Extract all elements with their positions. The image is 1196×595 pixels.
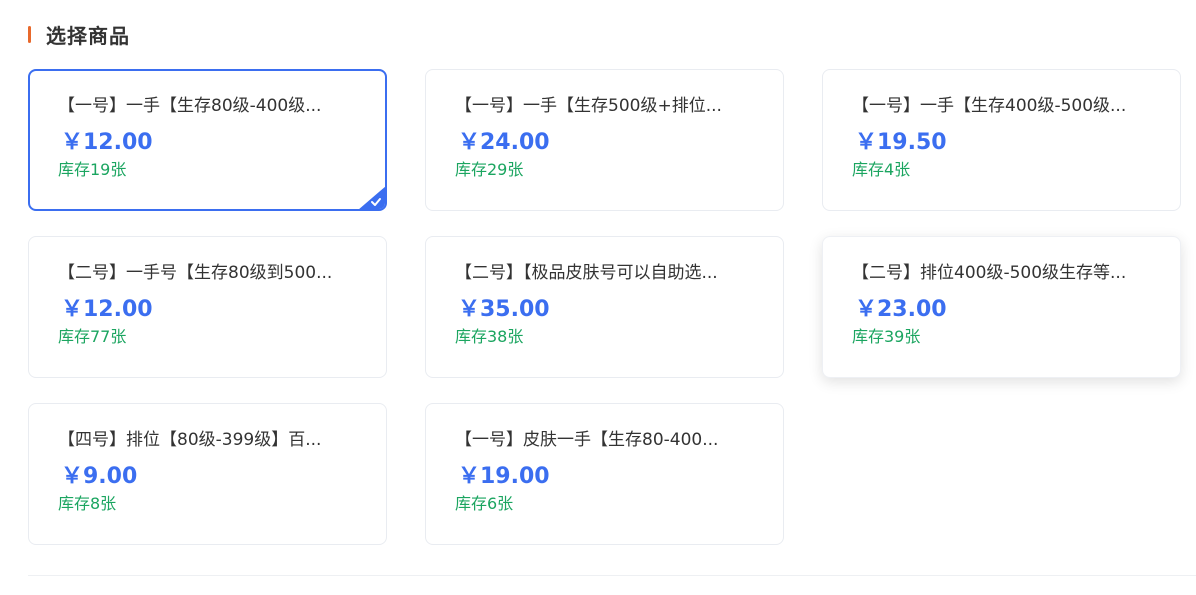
product-stock: 库存38张	[455, 327, 524, 346]
product-stock: 库存19张	[58, 160, 127, 179]
product-price: ￥35.00	[458, 297, 550, 322]
product-name: 【一号】皮肤一手【生存80-400...	[455, 430, 719, 450]
product-stock: 库存4张	[852, 160, 911, 179]
product-price: ￥12.00	[61, 130, 153, 155]
product-stock: 库存39张	[852, 327, 921, 346]
product-price: ￥19.00	[458, 464, 550, 489]
product-price: ￥9.00	[61, 464, 138, 489]
product-name: 【二号】【极品皮肤号可以自助选...	[455, 263, 718, 283]
product-price: ￥19.50	[855, 130, 947, 155]
product-name: 【二号】一手号【生存80级到500...	[58, 263, 333, 283]
product-name: 【四号】排位【80级-399级】百...	[58, 430, 322, 450]
product-name: 【一号】一手【生存400级-500级...	[852, 96, 1127, 116]
product-price: ￥23.00	[855, 297, 947, 322]
selected-check-icon	[358, 186, 385, 209]
product-card[interactable]: 【一号】一手【生存400级-500级... ￥19.50 库存4张	[822, 69, 1181, 211]
product-name: 【一号】一手【生存80级-400级...	[58, 96, 322, 116]
section-header: 选择商品	[28, 22, 130, 48]
product-name: 【一号】一手【生存500级+排位...	[455, 96, 722, 116]
product-name: 【二号】排位400级-500级生存等...	[852, 263, 1127, 283]
product-stock: 库存8张	[58, 494, 117, 513]
product-card[interactable]: 【一号】皮肤一手【生存80-400... ￥19.00 库存6张	[425, 403, 784, 545]
product-card[interactable]: 【一号】一手【生存80级-400级... ￥12.00 库存19张	[28, 69, 387, 211]
section-title: 选择商品	[46, 23, 130, 48]
product-card[interactable]: 【二号】一手号【生存80级到500... ￥12.00 库存77张	[28, 236, 387, 378]
bottom-divider	[28, 575, 1196, 576]
product-stock: 库存29张	[455, 160, 524, 179]
product-price: ￥24.00	[458, 130, 550, 155]
product-card[interactable]: 【四号】排位【80级-399级】百... ￥9.00 库存8张	[28, 403, 387, 545]
product-card[interactable]: 【一号】一手【生存500级+排位... ￥24.00 库存29张	[425, 69, 784, 211]
accent-bar	[28, 25, 31, 43]
product-stock: 库存77张	[58, 327, 127, 346]
product-card[interactable]: 【二号】排位400级-500级生存等... ￥23.00 库存39张	[822, 236, 1181, 378]
product-stock: 库存6张	[455, 494, 514, 513]
product-grid: 【一号】一手【生存80级-400级... ￥12.00 库存19张 【一号】一手…	[28, 69, 1181, 545]
product-price: ￥12.00	[61, 297, 153, 322]
product-card[interactable]: 【二号】【极品皮肤号可以自助选... ￥35.00 库存38张	[425, 236, 784, 378]
